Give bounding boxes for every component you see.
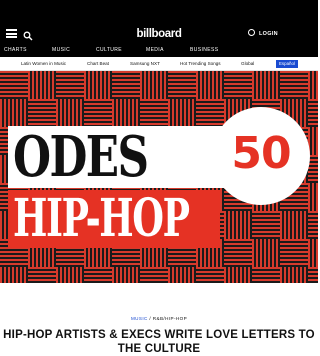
site-logo[interactable]: billboard	[132, 27, 186, 41]
subnav-item-latin-women[interactable]: Latin Women in Music	[21, 57, 66, 70]
category-link-music[interactable]: MUSIC	[131, 316, 148, 321]
top-strip	[0, 0, 318, 24]
nav-item-charts[interactable]: CHARTS	[4, 44, 27, 57]
login-button[interactable]: LOGIN	[248, 27, 278, 41]
site-header: billboard LOGIN	[0, 24, 318, 44]
search-icon[interactable]	[23, 28, 33, 41]
hero-title-to: TO	[160, 147, 187, 167]
nav-item-culture[interactable]: CULTURE	[96, 44, 122, 57]
category-link-rnb-hiphop[interactable]: R&B/HIP-HOP	[153, 316, 187, 321]
nav-item-music[interactable]: MUSIC	[52, 44, 70, 57]
login-label: LOGIN	[259, 31, 278, 37]
article-headline[interactable]: HIP-HOP ARTISTS & EXECS WRITE LOVE LETTE…	[0, 328, 318, 356]
nav-item-business[interactable]: BUSINESS	[190, 44, 219, 57]
nav-item-media[interactable]: MEDIA	[146, 44, 164, 57]
user-icon	[248, 29, 255, 36]
subnav-item-global[interactable]: Global	[241, 57, 254, 70]
hamburger-menu-icon[interactable]	[6, 29, 17, 38]
hero-image[interactable]: ODES TO HIP-HOP 50	[0, 71, 318, 283]
anniversary-number: 50	[231, 128, 291, 179]
subnav-item-samsung-nxt[interactable]: Samsung NXT	[130, 57, 160, 70]
hero-title-odes: ODES	[13, 124, 149, 190]
subnav-item-chart-beat[interactable]: Chart Beat	[87, 57, 109, 70]
article-category: MUSIC / R&B/HIP-HOP	[0, 316, 318, 321]
subnav-item-hot-trending[interactable]: Hot Trending Songs	[180, 57, 221, 70]
secondary-nav: Latin Women in Music Chart Beat Samsung …	[0, 57, 318, 71]
espanol-button[interactable]: Español	[276, 60, 298, 68]
hero-title-hiphop: HIP-HOP	[13, 188, 190, 249]
primary-nav: CHARTS MUSIC CULTURE MEDIA BUSINESS	[0, 44, 318, 57]
